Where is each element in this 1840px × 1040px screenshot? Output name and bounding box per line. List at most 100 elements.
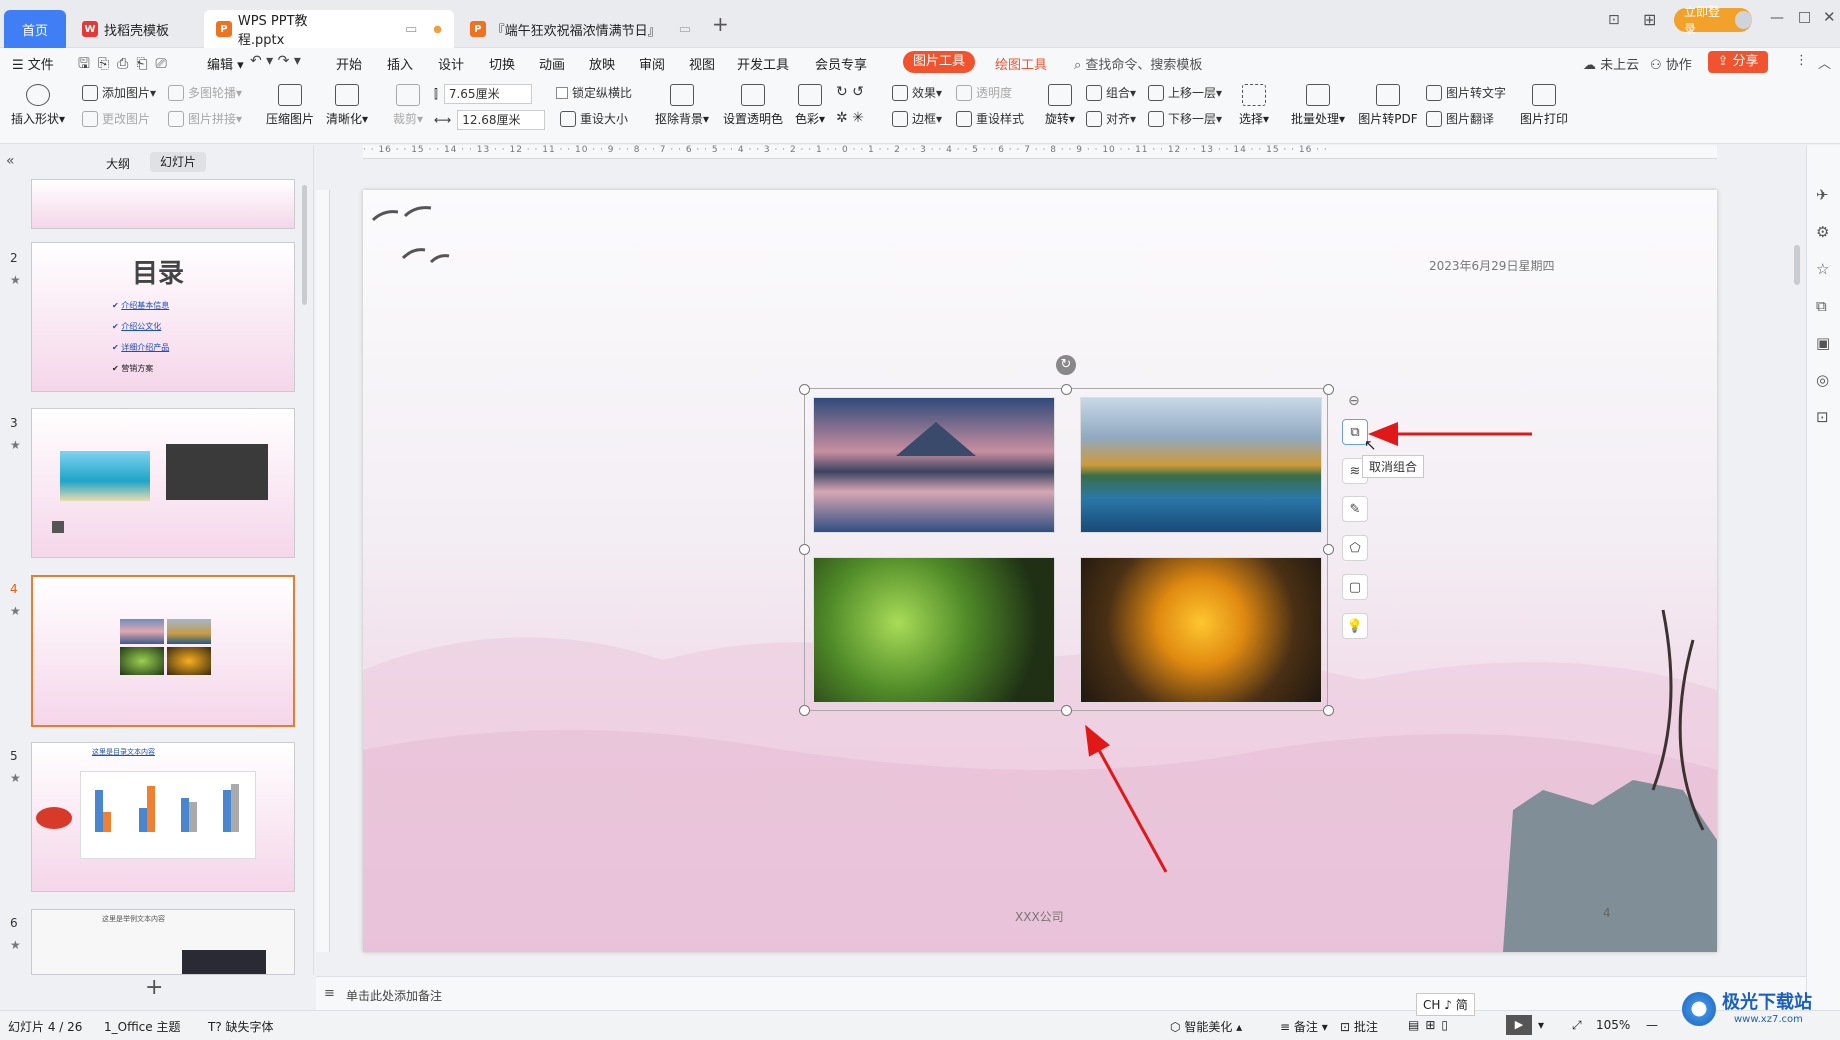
resize-handle-tr[interactable] [1323,384,1334,395]
to-text-button[interactable]: 图片转文字 [1426,84,1506,101]
pen-icon[interactable]: ✎ [1342,496,1368,522]
compress-button[interactable]: 压缩图片 [262,84,318,127]
change-picture-button[interactable]: 更改图片 [82,110,150,127]
group-button[interactable]: 组合 ▾ [1086,84,1136,101]
photo-green-leaf[interactable] [813,557,1055,703]
menu-item-transition[interactable]: 切换 [489,54,539,73]
frame-icon[interactable]: ▢ [1342,574,1368,600]
translate-button[interactable]: 图片翻译 [1426,110,1494,127]
menu-item-review[interactable]: 审阅 [639,54,689,73]
collab-button[interactable]: ⚇ 协作 [1650,54,1692,73]
theme-name[interactable]: 1_Office 主题 [104,1018,180,1035]
collapse-ribbon-icon[interactable]: ︿ [1818,53,1831,72]
menu-item-slideshow[interactable]: 放映 [589,54,639,73]
to-pdf-button[interactable]: 图片转PDF [1358,84,1418,127]
maximize-icon[interactable]: □ [1798,9,1811,25]
new-tab-icon[interactable]: + [712,12,729,36]
panel-scrollbar[interactable] [302,185,307,305]
picture-mosaic-button[interactable]: 图片拼接 ▾ [168,110,242,127]
view-mode-icons[interactable]: ▤⊞▯ [1408,1018,1454,1032]
clarity-button[interactable]: 清晰化▾ [322,84,372,127]
edit-menu[interactable]: 编辑 ▾ [207,54,244,73]
resize-handle-ml[interactable] [799,544,810,555]
zoom-level[interactable]: 105% [1596,1018,1630,1032]
height-input[interactable]: 7.65厘米 [443,84,532,104]
remove-bg-button[interactable]: 抠除背景▾ [652,84,712,127]
menu-item-member[interactable]: 会员专享 [815,54,885,73]
tab-outline[interactable]: 大纲 [106,155,130,172]
undo-redo-icons[interactable]: ↶ ▾ ↷ ▾ [250,53,301,69]
cloud-status[interactable]: ☁ 未上云 [1583,54,1639,73]
menu-item-view[interactable]: 视图 [689,54,737,73]
menu-item-start[interactable]: 开始 [336,54,387,73]
tab-picture-tool[interactable]: 图片工具 [903,51,975,73]
tab-dragon-boat[interactable]: P 『端午狂欢祝福浓情满节日』 ▭ [458,10,703,48]
minimize-icon[interactable]: — [1770,10,1784,26]
rotate-handle-icon[interactable]: ↻ [1056,355,1076,375]
tab-ppt-document[interactable]: P WPS PPT教程.pptx ▭ ● [204,10,454,48]
slide-date[interactable]: 2023年6月29日星期四 [1429,257,1554,274]
add-slide-button[interactable]: + [145,975,163,1000]
photo-autumn-lake[interactable] [1080,397,1322,533]
close-icon[interactable]: ✕ [1823,8,1836,26]
rotate-button[interactable]: 旋转▾ [1042,84,1078,127]
quick-access-icons[interactable]: 🖫⎘⎙⎗⎚ [78,53,175,77]
brightness-icons[interactable]: ✲ ✳ [836,110,864,126]
collapse-tools-icon[interactable]: ⊖ [1348,393,1360,409]
reset-style-button[interactable]: 重设样式 [956,110,1024,127]
slide-thumb-4-selected[interactable] [31,575,295,727]
play-icon[interactable]: ▶ [1506,1015,1532,1035]
reset-size-button[interactable]: 重设大小 [560,110,628,127]
batch-button[interactable]: 批量处理▾ [1288,84,1348,127]
select-button[interactable]: 选择▾ [1236,84,1272,127]
print-button[interactable]: 图片打印 [1516,84,1572,127]
file-menu[interactable]: ☰ 文件 [12,54,54,73]
photo-mountain-lake[interactable] [813,397,1055,533]
lightbulb-icon[interactable]: 💡 [1342,613,1368,639]
send-backward-button[interactable]: 下移一层 ▾ [1148,110,1222,127]
resize-handle-bl[interactable] [799,705,810,716]
menu-item-developer[interactable]: 开发工具 [737,54,815,73]
login-button[interactable]: 立即登录 [1674,5,1752,36]
multi-outline-button[interactable]: 多图轮播 ▾ [168,84,242,101]
insert-shape-button[interactable]: 插入形状▾ [10,84,66,127]
color-button[interactable]: 色彩▾ [792,84,828,127]
menu-item-insert[interactable]: 插入 [387,54,438,73]
fit-icon[interactable]: ⤢ [1572,1018,1582,1033]
tab-slides[interactable]: 幻灯片 [150,152,206,172]
lock-ratio-checkbox[interactable]: 锁定纵横比 [556,84,632,101]
slide-thumb-1[interactable] [31,179,295,229]
window-layout-icon[interactable]: ⊡ [1608,12,1620,28]
set-transparent-button[interactable]: 设置透明色 [720,84,786,127]
menu-item-animation[interactable]: 动画 [539,54,589,73]
slide-thumb-2[interactable]: 目录 ✔ 介绍基本信息 ✔ 介绍公文化 ✔ 详细介绍产品 ✔ 营销方案 [31,242,295,392]
add-picture-button[interactable]: 添加图片 ▾ [82,84,156,101]
resize-handle-tm[interactable] [1061,384,1072,395]
command-search[interactable]: ⌕ 查找命令、搜索模板 [1074,54,1202,73]
canvas-scrollbar[interactable] [1790,145,1804,965]
effects-button[interactable]: 效果 ▾ [892,84,942,101]
slide-thumb-5[interactable]: 这里是目录文本内容 [31,742,295,892]
resize-handle-bm[interactable] [1061,705,1072,716]
crop-button[interactable]: 裁剪▾ [388,84,428,127]
notes-toggle[interactable]: ≡ 备注 ▾ [1280,1018,1328,1035]
share-button[interactable]: ⇪ 分享 [1708,51,1768,73]
tab-template[interactable]: W 找稻壳模板 [70,10,200,48]
apps-grid-icon[interactable]: ⊞ [1643,10,1656,29]
slide-thumb-6[interactable]: 这里是举例文本内容 [31,909,295,975]
fill-icon[interactable]: ⬠ [1342,535,1368,561]
tab-draw-tool[interactable]: 绘图工具 [995,54,1047,73]
comments-toggle[interactable]: ⊡ 批注 [1340,1018,1378,1035]
collapse-panel-icon[interactable]: « [6,153,15,169]
resize-handle-tl[interactable] [799,384,810,395]
tab-home[interactable]: 首页 [4,10,66,48]
border-button[interactable]: 边框 ▾ [892,110,942,127]
bring-forward-button[interactable]: 上移一层 ▾ [1148,84,1222,101]
notes-bar[interactable]: ≡ 单击此处添加备注 [316,976,1806,1010]
resize-handle-mr[interactable] [1323,544,1334,555]
align-button[interactable]: 对齐 ▾ [1086,110,1136,127]
missing-font[interactable]: T? 缺失字体 [208,1018,274,1035]
rotate-icons[interactable]: ↻ ↺ [836,84,864,100]
ime-indicator[interactable]: CH ♪ 简 [1416,993,1475,1016]
smart-beautify[interactable]: ⬡ 智能美化 ▴ [1170,1018,1242,1035]
